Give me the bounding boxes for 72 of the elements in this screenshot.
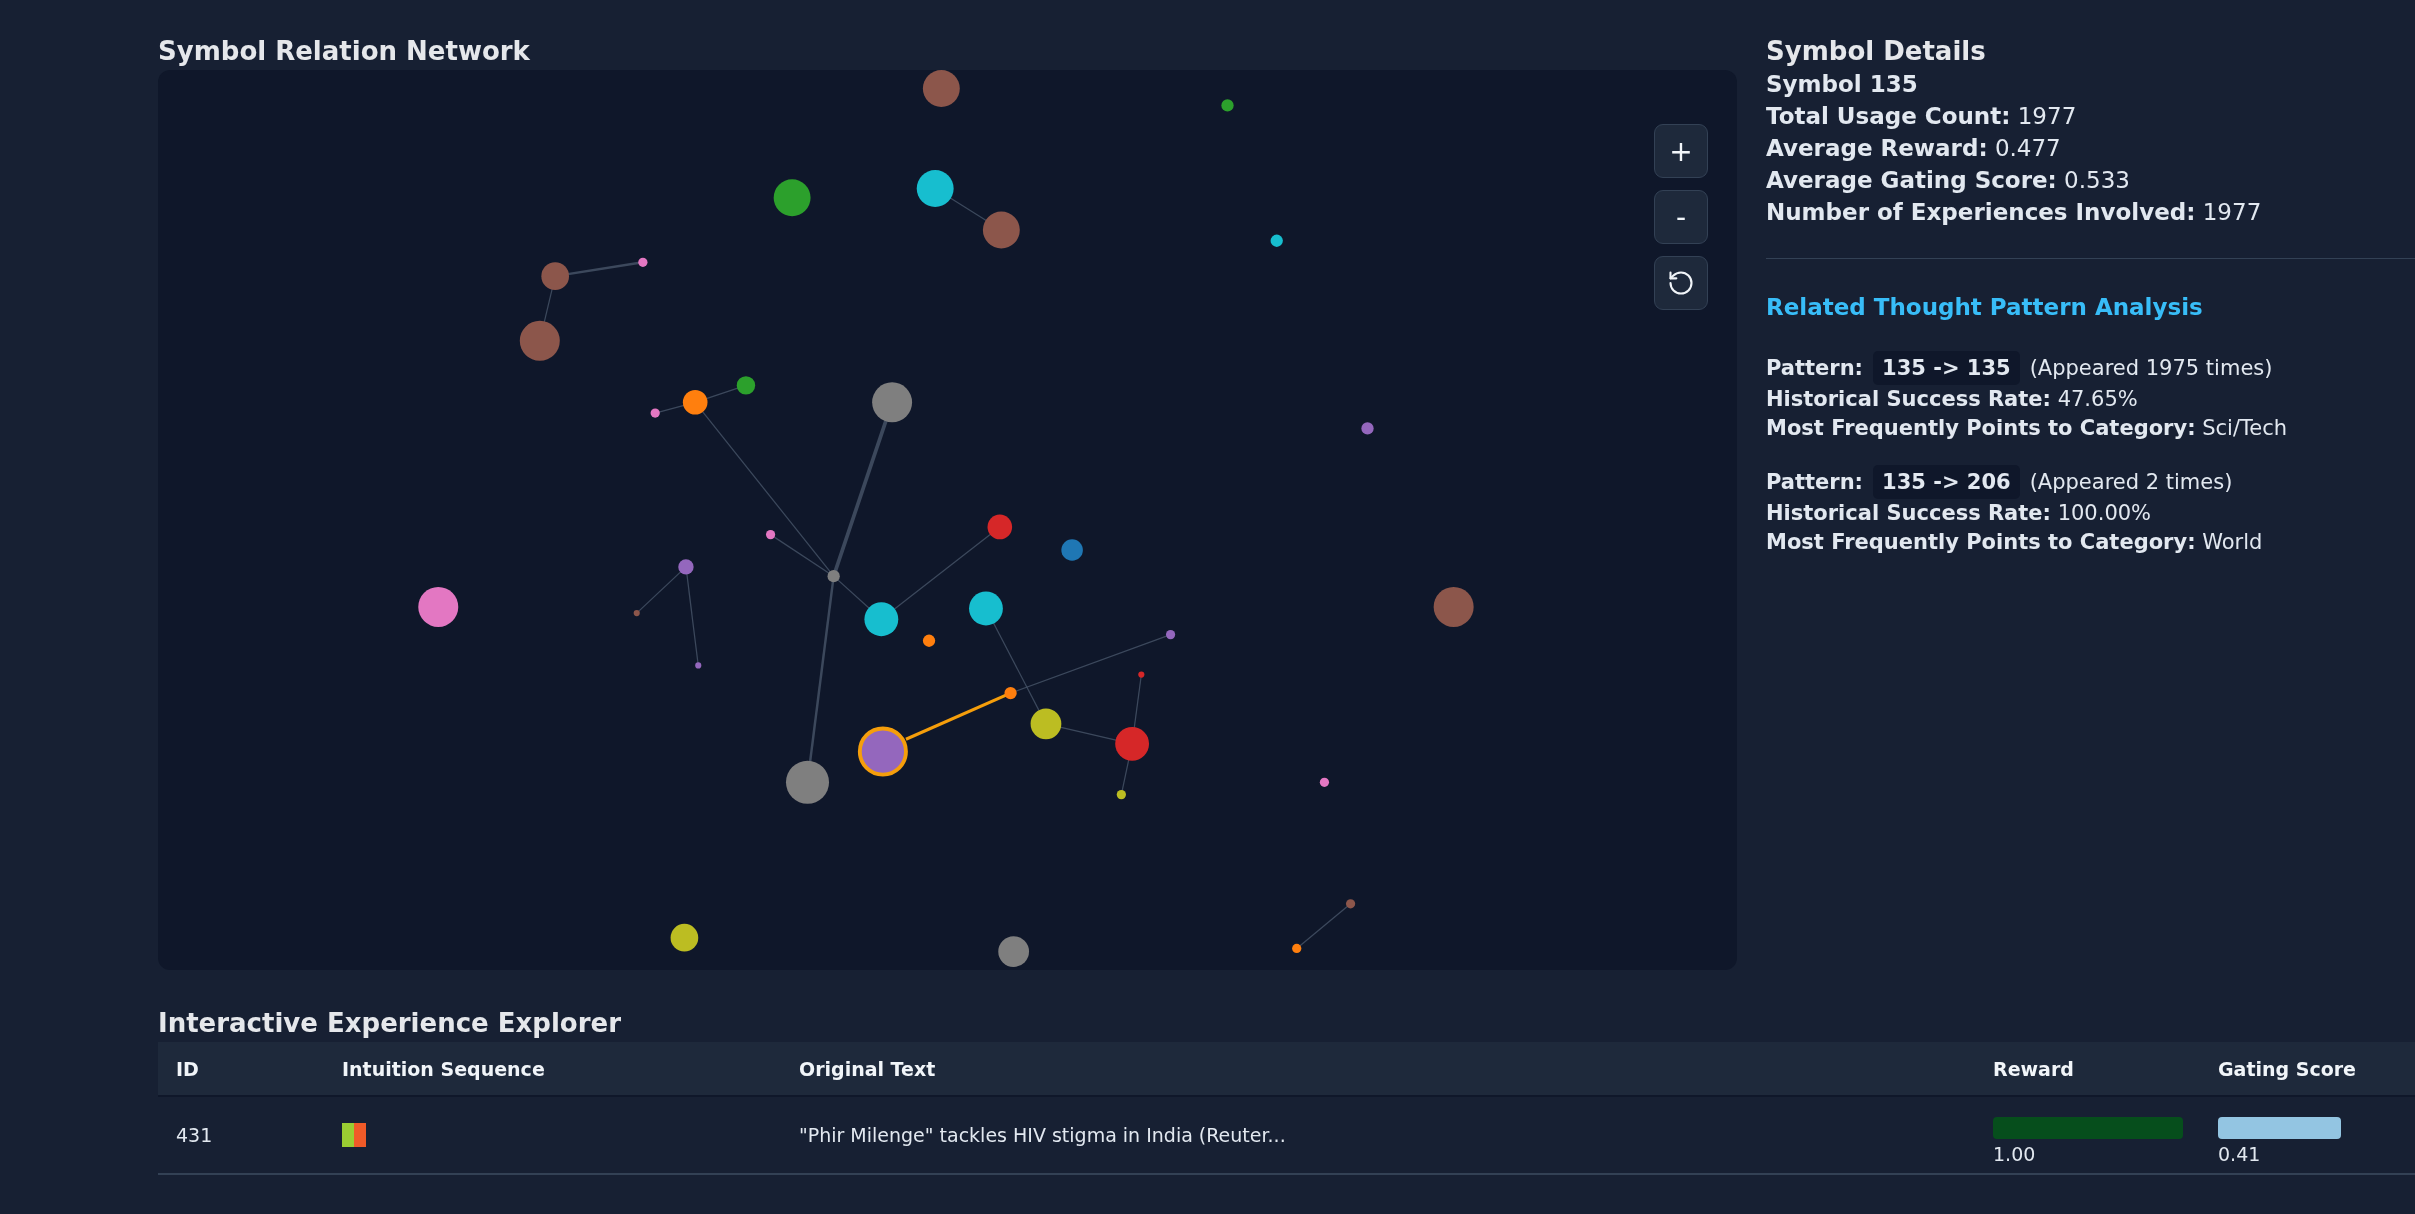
stat-line: Average Gating Score: 0.533: [1766, 166, 2131, 195]
graph-node[interactable]: [1030, 708, 1062, 740]
graph-node[interactable]: [541, 262, 570, 290]
graph-node[interactable]: [1004, 686, 1017, 700]
zoom-in-button[interactable]: +: [1654, 124, 1708, 178]
graph-node[interactable]: [1433, 586, 1474, 627]
details-title: Symbol Details: [1766, 35, 1987, 68]
graph-node[interactable]: [1345, 899, 1356, 909]
stat-line: Average Reward: 0.477: [1766, 134, 2062, 163]
graph-node[interactable]: [765, 530, 776, 540]
graph-node[interactable]: [1165, 630, 1176, 640]
column-header: Intuition Sequence: [342, 1057, 546, 1080]
stat-line: Number of Experiences Involved: 1977: [1766, 198, 2263, 227]
column-header: Gating Score: [2218, 1057, 2357, 1080]
graph-node[interactable]: [418, 586, 459, 627]
pattern-sequence: 135 -> 206: [1873, 465, 2020, 499]
gating-value: 0.41: [2218, 1143, 2262, 1165]
graph-node[interactable]: [1116, 790, 1126, 800]
graph-node[interactable]: [1270, 234, 1283, 247]
graph-node[interactable]: [670, 923, 699, 952]
graph-node[interactable]: [638, 257, 648, 267]
section-title: Symbol Relation Network: [158, 35, 531, 68]
pattern-sequence: 135 -> 135: [1873, 351, 2020, 385]
graph-node[interactable]: [1061, 539, 1083, 561]
graph-node[interactable]: [650, 408, 660, 418]
graph-node[interactable]: [1115, 726, 1150, 761]
pattern-stat: Historical Success Rate: 100.00%: [1766, 500, 2153, 527]
graph-node[interactable]: [916, 170, 954, 207]
pattern-stat: Most Frequently Points to Category: World: [1766, 529, 2264, 556]
appearance-count: (Appeared 1975 times): [2029, 355, 2273, 382]
table-row[interactable]: 431 "Phir Milenge" tackles HIV stigma in India (Reuter... 1.00 0.41: [158, 1097, 2415, 1175]
graph-node[interactable]: [969, 591, 1003, 626]
graph-node[interactable]: [695, 662, 702, 669]
graph-node[interactable]: [1292, 943, 1302, 954]
reset-button[interactable]: [1654, 256, 1708, 310]
graph-node[interactable]: [773, 179, 811, 217]
graph-node[interactable]: [1361, 422, 1374, 435]
column-header: Reward: [1993, 1057, 2075, 1080]
selected-node[interactable]: [857, 726, 908, 777]
reset-icon: [1667, 269, 1695, 297]
symbol-name: Symbol 135: [1766, 70, 1919, 99]
graph-node[interactable]: [872, 382, 913, 423]
graph-node[interactable]: [1221, 99, 1234, 112]
pattern-label: Pattern:: [1766, 469, 1864, 496]
graph-node[interactable]: [987, 514, 1013, 540]
graph-node[interactable]: [678, 559, 694, 575]
graph-node[interactable]: [1138, 671, 1145, 678]
graph-node[interactable]: [922, 634, 936, 647]
graph-node[interactable]: [682, 390, 708, 415]
text-cell-text: "Phir Milenge" tackles HIV stigma in India (Reuter...: [799, 1124, 1287, 1146]
graph-node[interactable]: [864, 602, 899, 637]
graph-node[interactable]: [998, 936, 1030, 967]
graph-node[interactable]: [785, 760, 830, 804]
graph-node[interactable]: [922, 70, 960, 107]
graph-node[interactable]: [827, 570, 840, 583]
appearance-count: (Appeared 2 times): [2029, 469, 2233, 496]
graph-node[interactable]: [519, 320, 560, 361]
zoom-out-button[interactable]: -: [1654, 190, 1708, 244]
analysis-title: Related Thought Pattern Analysis: [1766, 293, 2204, 322]
column-header: Original Text: [799, 1057, 937, 1080]
reward-value: 1.00: [1993, 1143, 2037, 1165]
graph-node[interactable]: [1319, 777, 1330, 787]
stat-line: Total Usage Count: 1977: [1766, 102, 2078, 131]
pattern-stat: Historical Success Rate: 47.65%: [1766, 386, 2139, 413]
graph-node[interactable]: [633, 610, 640, 617]
section-title: Interactive Experience Explorer: [158, 1007, 622, 1040]
pattern-stat: Most Frequently Points to Category: Sci/Tech: [1766, 415, 2289, 442]
graph-node[interactable]: [736, 376, 756, 395]
column-header: ID: [176, 1057, 200, 1080]
pattern-label: Pattern:: [1766, 355, 1864, 382]
graph-node[interactable]: [982, 211, 1020, 249]
id-cell-text: 431: [176, 1124, 214, 1146]
